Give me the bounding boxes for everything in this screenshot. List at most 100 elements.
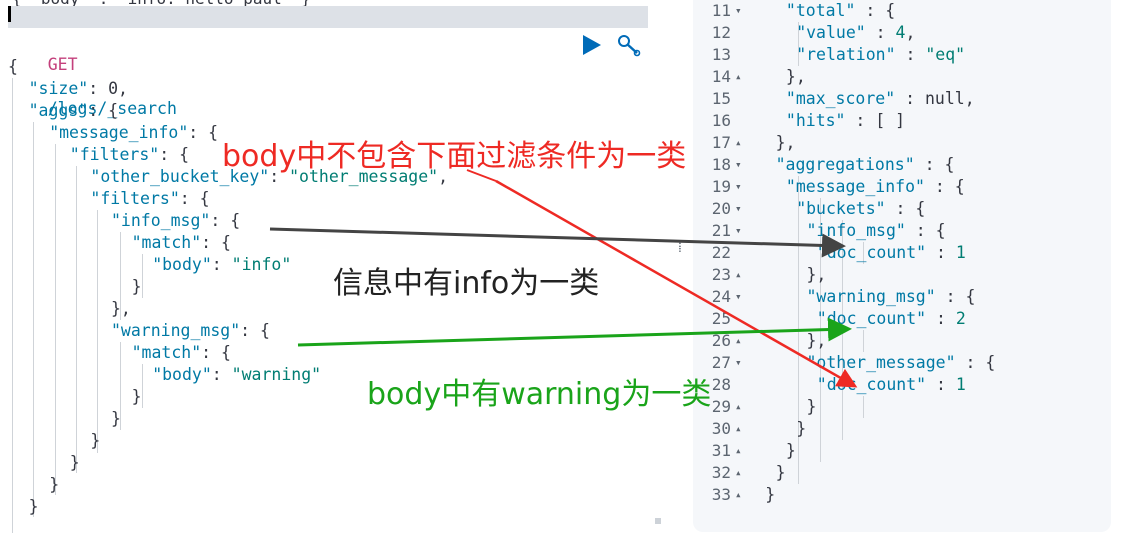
request-code-line[interactable]: }	[90, 430, 100, 452]
code-token: "hits"	[785, 111, 846, 130]
code-token: }	[785, 441, 796, 460]
line-number: 26	[711, 331, 731, 350]
code-token: "buckets"	[796, 199, 886, 218]
line-number: 32	[711, 463, 731, 482]
request-code-line[interactable]: "aggs": {	[29, 100, 118, 122]
code-token: :	[865, 23, 896, 42]
response-code-line: "doc_count" : 1	[817, 374, 966, 396]
fold-toggle-icon[interactable]: ▾	[735, 154, 742, 176]
request-code-line[interactable]: "filters": {	[90, 188, 209, 210]
code-token: ,	[964, 89, 975, 108]
line-number: 13	[711, 45, 731, 64]
code-token: "relation"	[796, 45, 896, 64]
code-token: :	[926, 375, 956, 394]
request-code-line[interactable]: "body": "info"	[152, 254, 291, 276]
fold-toggle-icon[interactable]: ▾	[735, 0, 742, 22]
code-token: 1	[955, 243, 966, 262]
code-token: : {	[201, 233, 231, 252]
request-code-line[interactable]: },	[111, 298, 131, 320]
request-code-line[interactable]: "match": {	[132, 342, 231, 364]
line-number: 15	[711, 89, 731, 108]
code-token: "info_msg"	[806, 221, 906, 240]
play-icon[interactable]	[583, 35, 601, 55]
code-token: "other_message"	[806, 353, 956, 372]
line-number: 22	[711, 243, 731, 262]
line-number: 19	[711, 177, 731, 196]
indent-guide	[76, 166, 77, 473]
fold-toggle-icon[interactable]: ▴	[735, 264, 742, 286]
code-token: }	[28, 497, 39, 516]
response-viewer: 11 ▾ "total" : {12 "value" : 4, 13 "relation"…	[693, 0, 1111, 532]
code-token: : {	[935, 287, 976, 306]
code-token: : {	[188, 123, 219, 142]
fold-toggle-icon[interactable]: ▾	[735, 220, 742, 242]
request-code-line[interactable]: }	[29, 496, 39, 518]
code-token: :	[895, 45, 926, 64]
wrench-icon[interactable]	[615, 33, 643, 57]
fold-toggle-icon[interactable]: ▾	[735, 286, 742, 308]
fold-toggle-icon[interactable]: ▴	[735, 462, 742, 484]
request-code-line[interactable]: "filters": {	[70, 144, 189, 166]
code-token: : {	[924, 177, 965, 196]
code-token: :	[926, 243, 956, 262]
request-code-line[interactable]: "warning_msg": {	[111, 320, 270, 342]
code-token: "eq"	[925, 45, 966, 64]
fold-toggle-icon[interactable]: ▾	[735, 352, 742, 374]
code-token: :	[211, 365, 232, 384]
line-number: 23	[711, 265, 731, 284]
code-token: :	[88, 79, 109, 98]
request-code-line[interactable]: "size": 0,	[29, 78, 128, 100]
request-code-line[interactable]: }	[49, 474, 59, 496]
fold-toggle-icon[interactable]: ▾	[735, 198, 742, 220]
code-token: "warning"	[231, 365, 322, 384]
request-code-line[interactable]: "info_msg": {	[111, 210, 240, 232]
request-code-line[interactable]: }	[111, 408, 121, 430]
fold-toggle-icon[interactable]: ▴	[735, 440, 742, 462]
response-code-line: "max_score" : null,	[786, 88, 975, 110]
request-code-line[interactable]: "body": "warning"	[152, 364, 321, 386]
fold-toggle-icon[interactable]: ▴	[735, 418, 742, 440]
response-code-line: "aggregations" : {	[776, 154, 955, 176]
request-code-line[interactable]: }	[132, 386, 142, 408]
line-number: 16	[711, 111, 731, 130]
request-code-line[interactable]: "message_info": {	[49, 122, 218, 144]
code-token: "message_info"	[49, 123, 189, 142]
fold-toggle-icon[interactable]: ▴	[735, 66, 742, 88]
request-code-line[interactable]: }	[132, 276, 142, 298]
response-code-line: "warning_msg" : {	[807, 286, 976, 308]
code-token: "match"	[131, 233, 202, 252]
code-token: }	[131, 277, 142, 296]
fold-toggle-icon[interactable]: ▴	[735, 396, 742, 418]
line-number: 24	[711, 287, 731, 306]
splitter-handle[interactable]: ⁞	[678, 240, 682, 257]
code-token: : {	[201, 343, 231, 362]
fold-toggle-icon[interactable]: ▴	[735, 132, 742, 154]
code-token: "aggs"	[28, 101, 89, 120]
code-token: :	[895, 89, 925, 108]
code-token: "filters"	[90, 189, 180, 208]
code-token: "warning_msg"	[806, 287, 936, 306]
code-token: },	[111, 299, 131, 318]
code-token: : {	[240, 321, 270, 340]
response-code-line: "value" : 4,	[796, 22, 915, 44]
code-token: : {	[210, 211, 241, 230]
code-token: 0	[108, 79, 119, 98]
line-number: 30	[711, 419, 731, 438]
selected-line-highlight	[8, 6, 648, 28]
fold-toggle-icon[interactable]: ▴	[735, 330, 742, 352]
indent-guide	[863, 330, 864, 352]
request-code-line[interactable]: {	[8, 56, 18, 78]
code-token: null	[924, 89, 965, 108]
code-token: "warning_msg"	[111, 321, 241, 340]
request-code-line[interactable]: }	[70, 452, 80, 474]
resize-handle[interactable]	[655, 518, 661, 524]
code-token: ,	[118, 79, 128, 98]
code-token: "body"	[152, 365, 212, 384]
fold-toggle-icon[interactable]: ▴	[735, 484, 742, 506]
response-code-line: }	[807, 396, 817, 418]
code-token: },	[775, 133, 796, 152]
fold-toggle-icon[interactable]: ▾	[735, 176, 742, 198]
response-code-line: }	[765, 484, 775, 506]
code-token: }	[806, 397, 817, 416]
request-code-line[interactable]: "match": {	[132, 232, 231, 254]
